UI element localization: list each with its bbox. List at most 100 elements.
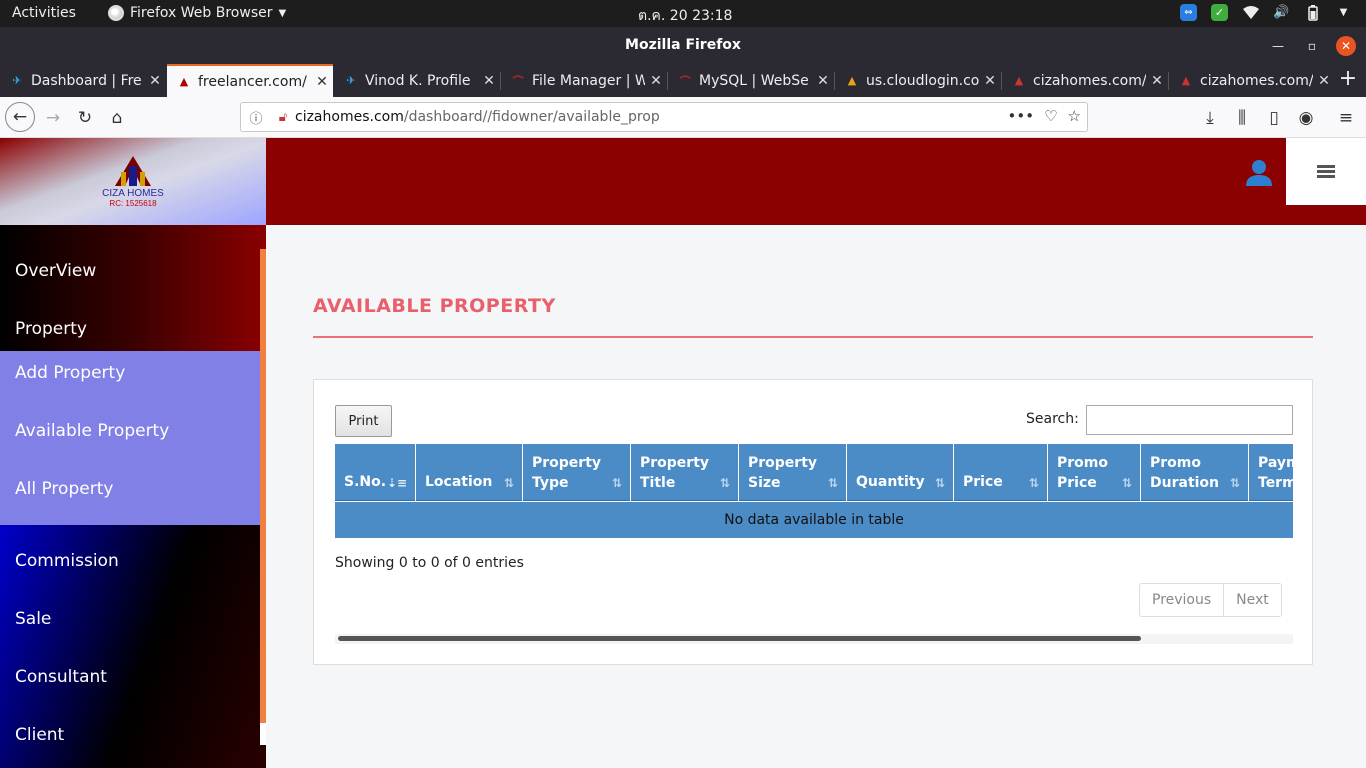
clock[interactable]: ต.ค. 20 23:18 xyxy=(638,5,732,27)
page-actions-icon[interactable]: ••• xyxy=(1008,107,1035,125)
search-label: Search: xyxy=(1026,411,1079,427)
sidebar-item-all-property[interactable]: All Property xyxy=(15,479,113,499)
tab-strip: ✈ Dashboard | Fre ✕ ▲ freelancer.com/ ✕ … xyxy=(0,64,1366,97)
close-tab-icon[interactable]: ✕ xyxy=(144,73,166,89)
tab-dashboard[interactable]: ✈ Dashboard | Fre ✕ xyxy=(0,64,166,97)
tab-label: freelancer.com/ xyxy=(198,73,307,90)
forward-button[interactable]: → xyxy=(39,104,67,132)
column-header-payment-term[interactable]: Paym Term xyxy=(1249,444,1293,501)
print-button[interactable]: Print xyxy=(335,405,392,437)
close-tab-icon[interactable]: ✕ xyxy=(478,73,500,89)
empty-table-row: No data available in table xyxy=(335,502,1293,538)
next-button[interactable]: Next xyxy=(1223,584,1281,616)
column-header-label: Term xyxy=(1258,475,1293,491)
close-tab-icon[interactable]: ✕ xyxy=(311,74,333,90)
activities-button[interactable]: Activities xyxy=(12,5,76,21)
column-header-promo-duration[interactable]: Promo Duration ⇅ xyxy=(1141,444,1249,501)
tab-vinod-profile[interactable]: ✈ Vinod K. Profile ✕ xyxy=(334,64,500,97)
webserver-icon: ⌒ xyxy=(679,74,691,88)
tab-cloudlogin[interactable]: ▲ us.cloudlogin.co ✕ xyxy=(835,64,1001,97)
close-tab-icon[interactable]: ✕ xyxy=(1313,73,1335,89)
brand-name: CIZA HOMES xyxy=(102,187,164,199)
column-header-label: Property xyxy=(640,455,710,471)
sort-icon: ⇅ xyxy=(1229,476,1240,490)
column-header-label: Price xyxy=(963,474,1003,490)
close-tab-icon[interactable]: ✕ xyxy=(1146,73,1168,89)
search-input[interactable] xyxy=(1086,405,1293,435)
url-host: cizahomes.com xyxy=(295,109,404,125)
info-icon[interactable]: ⓘ xyxy=(241,108,271,127)
battery-icon[interactable] xyxy=(1304,4,1321,21)
column-header-property-type[interactable]: Property Type ⇅ xyxy=(523,444,631,501)
pocket-icon[interactable]: ♡ xyxy=(1044,107,1057,125)
sidebar-item-add-property[interactable]: Add Property xyxy=(15,363,125,383)
scrollbar-thumb[interactable] xyxy=(338,636,1141,641)
system-tray[interactable]: ⇔ ✓ 🔊 ▼ xyxy=(1180,4,1352,21)
column-header-quantity[interactable]: Quantity ⇅ xyxy=(847,444,954,501)
reload-icon[interactable]: ↻ xyxy=(71,104,99,132)
teamviewer-icon[interactable]: ⇔ xyxy=(1180,4,1197,21)
page-title: AVAILABLE PROPERTY xyxy=(313,295,556,317)
close-tab-icon[interactable]: ✕ xyxy=(812,73,834,89)
column-header-promo-price[interactable]: Promo Price ⇅ xyxy=(1048,444,1141,501)
tab-label: us.cloudlogin.co xyxy=(866,72,979,89)
volume-icon[interactable]: 🔊 xyxy=(1273,4,1290,21)
library-icon[interactable]: ⫼ xyxy=(1228,104,1256,132)
tab-cizahomes-2[interactable]: ▲ cizahomes.com/ ✕ xyxy=(1169,64,1335,97)
column-header-location[interactable]: Location ⇅ xyxy=(416,444,523,501)
sidebar-item-commission[interactable]: Commission xyxy=(15,551,119,571)
sort-icon: ⇅ xyxy=(1121,476,1132,490)
sidebar-item-client[interactable]: Client xyxy=(15,725,64,745)
tab-label: cizahomes.com/ xyxy=(1033,72,1146,89)
back-button[interactable]: ← xyxy=(5,102,35,132)
sidebar-toggle-icon[interactable]: ▯ xyxy=(1260,104,1288,132)
downloads-icon[interactable]: ⤓ xyxy=(1196,104,1224,132)
insecure-lock-icon[interactable]: 🔓︎ xyxy=(271,110,295,125)
brand-logo[interactable]: CIZA HOMES RC: 1525618 xyxy=(0,138,266,225)
sort-icon: ⇅ xyxy=(719,476,730,490)
sidebar-item-property[interactable]: Property xyxy=(15,319,87,339)
sidebar-item-available-property[interactable]: Available Property xyxy=(15,421,169,441)
bookmark-star-icon[interactable]: ☆ xyxy=(1068,107,1081,125)
sort-icon: ⇅ xyxy=(827,476,838,490)
close-tab-icon[interactable]: ✕ xyxy=(645,73,667,89)
close-window-icon[interactable]: ✕ xyxy=(1336,36,1356,56)
user-icon[interactable] xyxy=(1244,158,1274,188)
cizahomes-icon: ▲ xyxy=(1014,74,1024,87)
tab-file-manager[interactable]: ⌒ File Manager | W ✕ xyxy=(501,64,667,97)
account-icon[interactable]: ◉ xyxy=(1292,104,1320,132)
hamburger-menu-icon[interactable] xyxy=(1286,138,1366,205)
tab-cizahomes-1[interactable]: ▲ cizahomes.com/ ✕ xyxy=(1002,64,1168,97)
pagination: Previous Next xyxy=(1139,583,1282,617)
app-menu[interactable]: Firefox Web Browser ▼ xyxy=(108,5,286,21)
system-top-bar: Activities Firefox Web Browser ▼ ต.ค. 20… xyxy=(0,0,1366,27)
new-tab-button[interactable]: + xyxy=(1336,68,1360,92)
sidebar-item-overview[interactable]: OverView xyxy=(15,261,96,281)
sort-icon: ⇅ xyxy=(934,476,945,490)
url-bar[interactable]: ⓘ 🔓︎ cizahomes.com /dashboard//fidowner/… xyxy=(240,102,1088,132)
wifi-icon[interactable] xyxy=(1242,4,1259,21)
column-header-price[interactable]: Price ⇅ xyxy=(954,444,1048,501)
url-path: /dashboard//fidowner/available_prop xyxy=(403,109,660,125)
table-card: Print Search: S.No. ⇣≡ Location ⇅ Proper… xyxy=(313,379,1313,665)
tab-freelancer-active[interactable]: ▲ freelancer.com/ ✕ xyxy=(167,64,333,97)
minimize-icon[interactable]: — xyxy=(1268,36,1288,56)
maximize-icon[interactable]: ▫ xyxy=(1302,36,1322,56)
header-bar xyxy=(266,138,1366,225)
tab-mysql[interactable]: ⌒ MySQL | WebSe ✕ xyxy=(668,64,834,97)
menu-icon[interactable]: ≡ xyxy=(1332,104,1360,132)
power-menu-icon[interactable]: ▼ xyxy=(1335,4,1352,21)
sidebar-item-consultant[interactable]: Consultant xyxy=(15,667,107,687)
column-header-label: S.No. xyxy=(344,474,387,490)
shield-check-icon[interactable]: ✓ xyxy=(1211,4,1228,21)
sidebar-item-sale[interactable]: Sale xyxy=(15,609,51,629)
column-header-sno[interactable]: S.No. ⇣≡ xyxy=(335,444,416,501)
close-tab-icon[interactable]: ✕ xyxy=(979,73,1001,89)
horizontal-scrollbar[interactable] xyxy=(335,634,1293,644)
column-header-property-size[interactable]: Property Size ⇅ xyxy=(739,444,847,501)
previous-button[interactable]: Previous xyxy=(1140,584,1223,616)
column-header-property-title[interactable]: Property Title ⇅ xyxy=(631,444,739,501)
home-icon[interactable]: ⌂ xyxy=(103,104,131,132)
cloudlogin-icon: ▲ xyxy=(847,74,857,87)
sort-icon: ⇅ xyxy=(1028,476,1039,490)
